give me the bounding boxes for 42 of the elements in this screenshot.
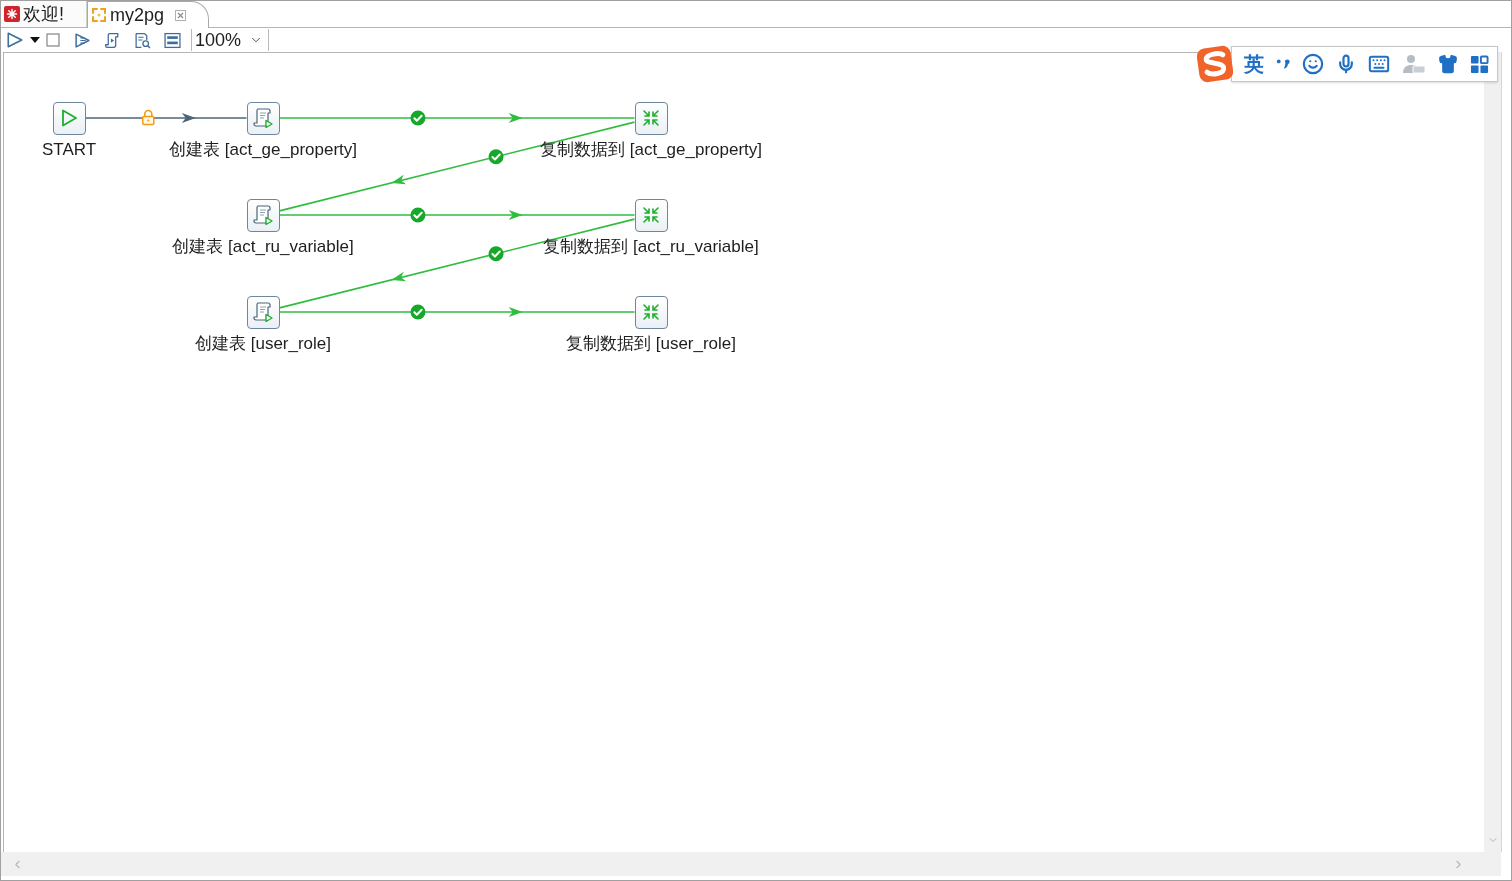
play-icon[interactable] bbox=[6, 31, 24, 49]
close-icon[interactable] bbox=[175, 9, 187, 21]
check-circle-icon bbox=[410, 207, 426, 223]
collapse-arrows-node-icon[interactable] bbox=[634, 198, 668, 232]
check-circle-icon bbox=[488, 246, 504, 262]
check-circle-icon bbox=[410, 110, 426, 126]
document-search-icon[interactable] bbox=[134, 31, 151, 49]
node-label: 创建表 [act_ru_variable] bbox=[172, 237, 354, 257]
check-circle-icon bbox=[488, 149, 504, 165]
node-label: 创建表 [act_ge_property] bbox=[169, 140, 357, 160]
grid-icon[interactable] bbox=[1470, 54, 1489, 74]
collapse-arrows-node-icon[interactable] bbox=[634, 295, 668, 329]
script-node-icon[interactable] bbox=[246, 295, 280, 329]
check-circle-icon bbox=[410, 304, 426, 320]
script-node-icon[interactable] bbox=[246, 198, 280, 232]
caret-down-icon[interactable] bbox=[30, 37, 40, 43]
zoom-dropdown[interactable]: 100% bbox=[191, 29, 270, 51]
corner-brackets-icon bbox=[91, 7, 107, 23]
microphone-icon[interactable] bbox=[1336, 54, 1356, 74]
logo-icon[interactable] bbox=[1195, 44, 1235, 84]
node-label: 复制数据到 [act_ge_property] bbox=[540, 140, 762, 160]
stop-icon[interactable] bbox=[46, 33, 60, 47]
editor-tab[interactable]: 欢迎! bbox=[1, 1, 87, 27]
smiley-icon[interactable] bbox=[1302, 53, 1324, 75]
list-layout-icon[interactable] bbox=[164, 31, 181, 49]
user-icon[interactable] bbox=[1402, 54, 1426, 74]
input-mode-button[interactable]: 英 bbox=[1244, 54, 1264, 74]
node-label: 复制数据到 [act_ru_variable] bbox=[543, 237, 759, 257]
node-label: 复制数据到 [user_role] bbox=[566, 334, 736, 354]
node-label: 创建表 [user_role] bbox=[195, 334, 331, 354]
editor-tab[interactable]: my2pg bbox=[87, 1, 210, 28]
lock-icon bbox=[142, 109, 155, 126]
node-label: START bbox=[41, 140, 97, 160]
asterisk-icon bbox=[4, 6, 20, 22]
script-icon[interactable] bbox=[104, 31, 121, 49]
punctuation-icon[interactable] bbox=[1276, 58, 1290, 70]
play-node-icon[interactable] bbox=[52, 101, 86, 135]
script-node-icon[interactable] bbox=[246, 101, 280, 135]
shirt-icon[interactable] bbox=[1438, 54, 1458, 74]
play-lines-icon[interactable] bbox=[74, 31, 91, 49]
keyboard-icon[interactable] bbox=[1368, 53, 1390, 75]
collapse-arrows-node-icon[interactable] bbox=[634, 101, 668, 135]
